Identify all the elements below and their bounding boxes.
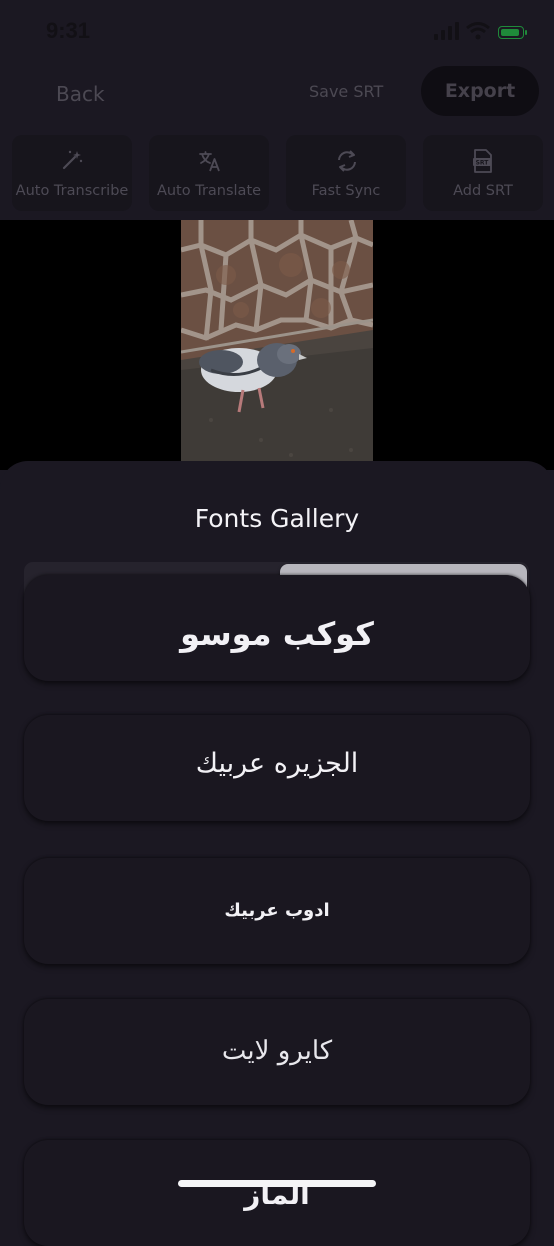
font-sample: كوكب موسو	[180, 615, 374, 653]
fast-sync-button[interactable]: Fast Sync	[286, 135, 406, 211]
top-bar: Back Save SRT Export	[0, 60, 554, 130]
font-sample: ادوب عربيك	[224, 900, 330, 921]
svg-text:SRT: SRT	[476, 160, 490, 167]
fonts-gallery-sheet: Fonts Gallery English Fonts Arabic Fonts…	[0, 461, 554, 1246]
auto-translate-label: Auto Translate	[156, 183, 262, 199]
cellular-signal-icon	[434, 22, 459, 40]
sync-icon	[338, 150, 356, 172]
export-button[interactable]: Export	[421, 66, 539, 116]
font-card[interactable]: الماز	[24, 1140, 530, 1246]
font-sample: كايرو لايت	[221, 1036, 333, 1066]
pigeon-photo	[181, 220, 373, 470]
auto-transcribe-button[interactable]: Auto Transcribe	[12, 135, 132, 211]
save-srt-button[interactable]: Save SRT	[309, 82, 383, 101]
battery-charging-icon	[498, 26, 527, 39]
srt-file-icon: SRT	[473, 149, 492, 173]
home-indicator[interactable]	[178, 1180, 376, 1187]
video-preview	[0, 220, 554, 470]
status-time: 9:31	[46, 18, 91, 43]
font-card[interactable]: ادوب عربيك	[24, 858, 530, 964]
add-srt-button[interactable]: SRT Add SRT	[423, 135, 543, 211]
translate-icon	[199, 151, 220, 172]
font-card[interactable]: كايرو لايت	[24, 999, 530, 1105]
auto-translate-button[interactable]: Auto Translate	[149, 135, 269, 211]
font-card[interactable]: الجزيره عربيك	[24, 715, 530, 821]
status-bar: 9:31	[0, 0, 554, 60]
font-card[interactable]: كوكب موسو	[24, 575, 530, 681]
add-srt-label: Add SRT	[453, 183, 513, 199]
wifi-icon	[466, 22, 490, 40]
auto-transcribe-label: Auto Transcribe	[15, 183, 129, 199]
font-sample: الجزيره عربيك	[195, 748, 359, 779]
toolbar: Auto Transcribe Auto Translate Fast Sync…	[0, 130, 554, 220]
magic-wand-icon	[62, 150, 83, 170]
back-button[interactable]: Back	[56, 82, 105, 106]
fast-sync-label: Fast Sync	[311, 183, 381, 199]
sheet-title: Fonts Gallery	[194, 504, 360, 533]
